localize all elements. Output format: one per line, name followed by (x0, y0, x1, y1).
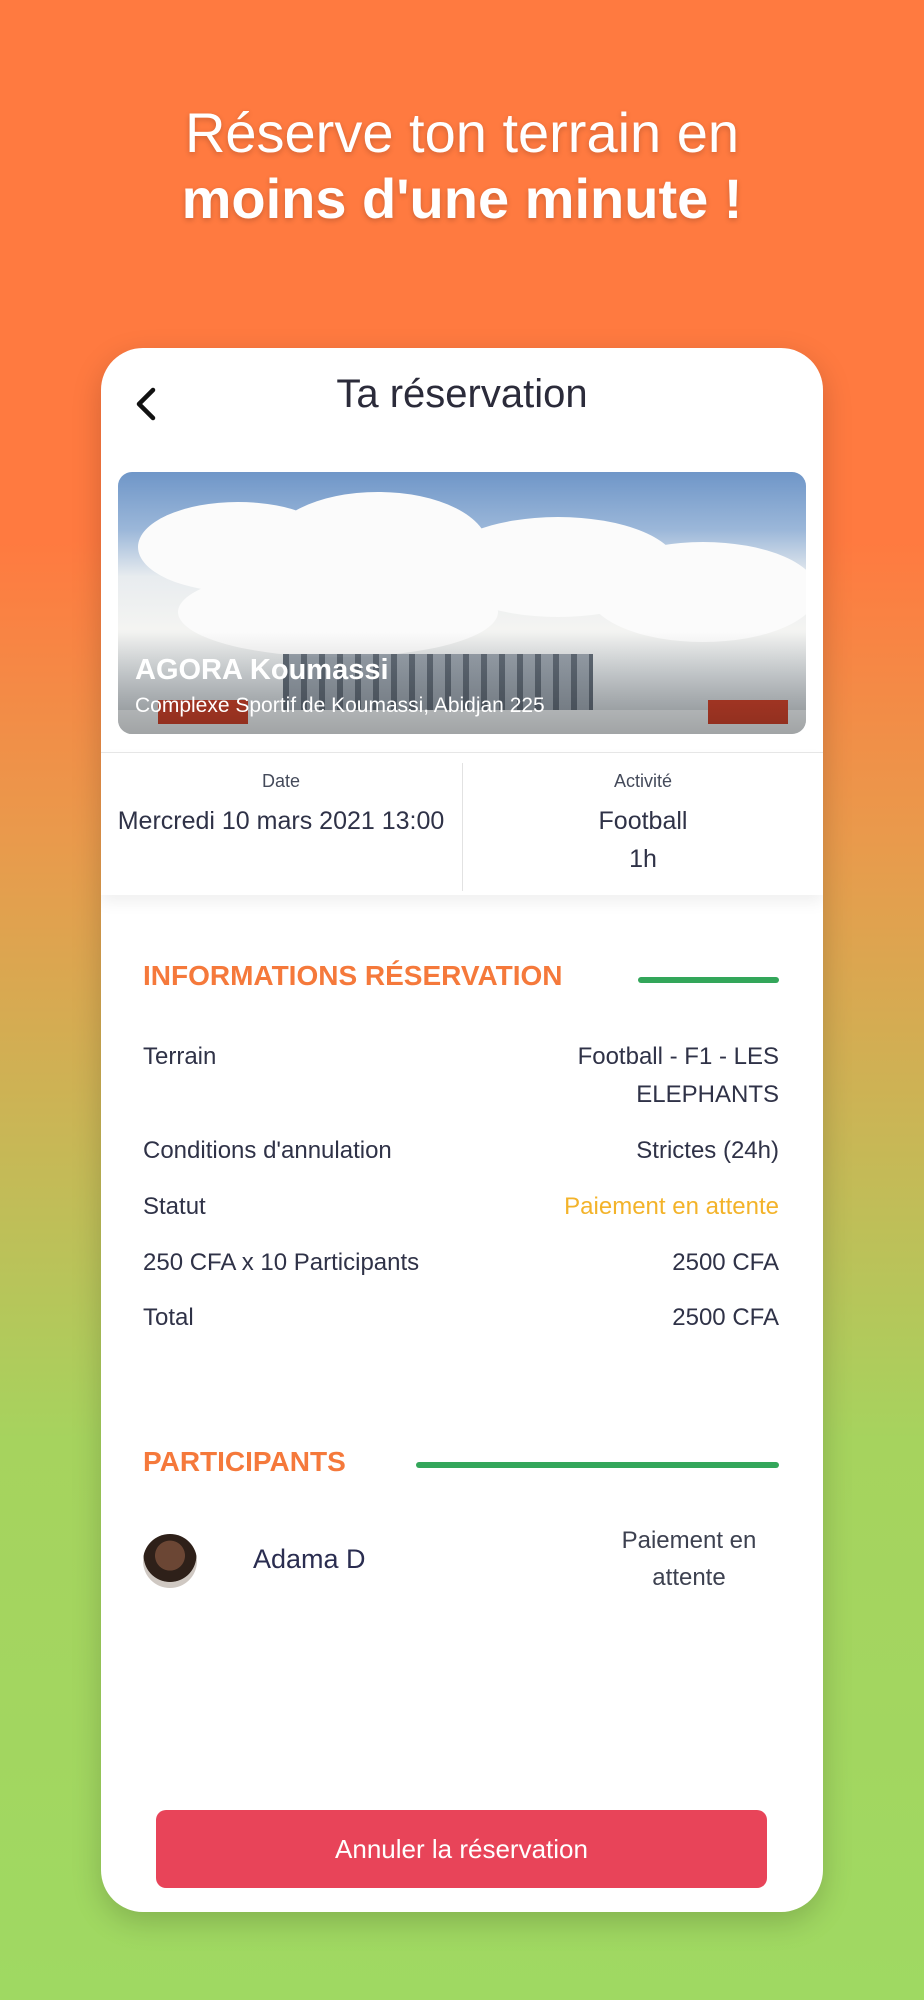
activity-column: Activité Football 1h (463, 753, 823, 878)
page-title: Ta réservation (336, 372, 588, 416)
info-row-price: 250 CFA x 10 Participants 2500 CFA (143, 1244, 779, 1284)
participants-heading: PARTICIPANTS (143, 1446, 346, 1477)
date-column: Date Mercredi 10 mars 2021 13:00 (101, 753, 461, 840)
info-value: 2500 CFA (672, 1304, 779, 1331)
info-row-total: Total 2500 CFA (143, 1299, 779, 1339)
info-value: Football - F1 - LES ELEPHANTS (577, 1043, 779, 1108)
date-label: Date (261, 771, 301, 791)
reservation-summary: Date Mercredi 10 mars 2021 13:00 Activit… (101, 752, 823, 895)
info-label: Statut (143, 1193, 206, 1220)
info-row-cancellation: Conditions d'annulation Strictes (24h) (143, 1132, 779, 1172)
promo-line-1: Réserve ton terrain en (184, 101, 740, 164)
info-label: 250 CFA x 10 Participants (143, 1249, 420, 1276)
venue-name: AGORA Koumassi (135, 654, 389, 686)
reservation-screen: Ta réservation AGORA Koumassi Complexe S… (101, 348, 823, 1912)
info-label: Terrain (143, 1043, 217, 1070)
info-row-terrain: Terrain Football - F1 - LES ELEPHANTS (143, 1038, 779, 1118)
reservation-info-heading: INFORMATIONS RÉSERVATION (143, 960, 563, 991)
info-value: 2500 CFA (672, 1249, 779, 1276)
participant-name: Adama D (253, 1544, 366, 1574)
participant-payment-status: Paiement en attente (621, 1527, 757, 1591)
promo-line-2: moins d'une minute ! (181, 167, 743, 230)
activity-value: Football (598, 807, 688, 835)
venue-image-card[interactable]: AGORA Koumassi Complexe Sportif de Kouma… (118, 472, 806, 734)
status-badge: Paiement en attente (564, 1193, 779, 1220)
avatar (143, 1534, 197, 1588)
promo-headline: Réserve ton terrain en moins d'une minut… (0, 100, 924, 232)
info-value: Strictes (24h) (636, 1137, 779, 1164)
info-row-status: Statut Paiement en attente (143, 1188, 779, 1228)
cancel-reservation-button[interactable]: Annuler la réservation (156, 1810, 767, 1888)
section-accent-line (638, 977, 779, 983)
activity-label: Activité (613, 771, 673, 791)
info-label: Conditions d'annulation (143, 1137, 392, 1164)
venue-address: Complexe Sportif de Koumassi, Abidjan 22… (135, 694, 545, 717)
date-value: Mercredi 10 mars 2021 13:00 (117, 807, 445, 835)
info-label: Total (143, 1304, 194, 1331)
duration-value: 1h (629, 845, 657, 873)
section-accent-line (416, 1462, 779, 1468)
